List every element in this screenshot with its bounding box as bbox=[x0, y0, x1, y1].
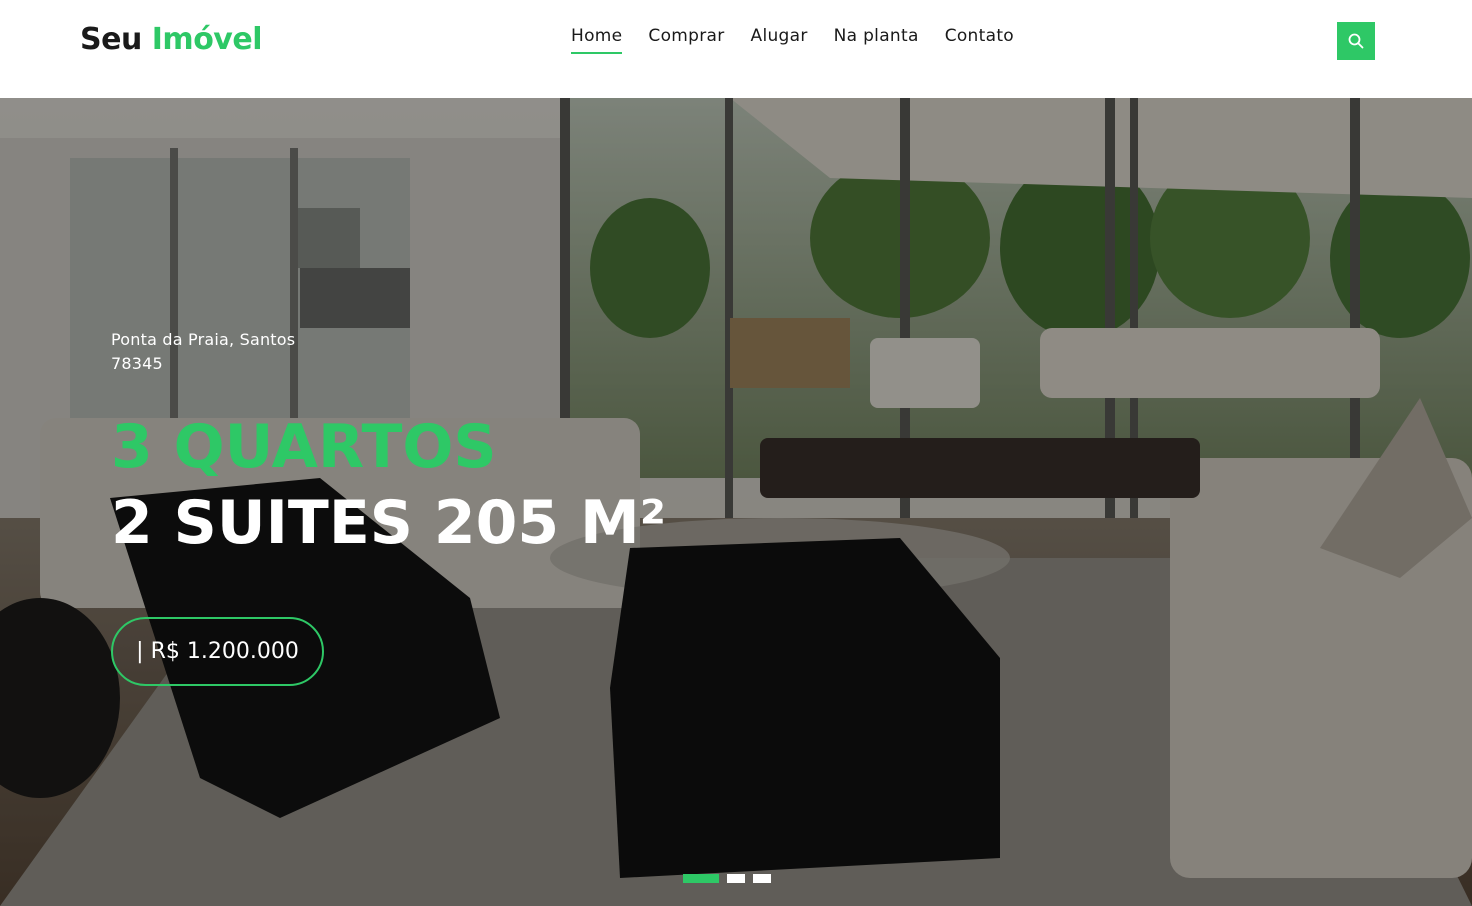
main-nav: Home Comprar Alugar Na planta Contato bbox=[571, 26, 1014, 54]
slider-dot-1[interactable] bbox=[683, 874, 719, 883]
property-location: Ponta da Praia, Santos 78345 bbox=[111, 328, 295, 376]
location-postal: 78345 bbox=[111, 354, 163, 373]
hero-slider: Ponta da Praia, Santos 78345 3 QUARTOS 2… bbox=[0, 98, 1472, 906]
nav-contato[interactable]: Contato bbox=[945, 26, 1014, 54]
logo-text: Seu bbox=[80, 22, 142, 57]
slider-dots bbox=[683, 874, 771, 883]
nav-home[interactable]: Home bbox=[571, 26, 623, 54]
price-button[interactable]: | R$ 1.200.000 bbox=[111, 617, 324, 686]
search-icon bbox=[1348, 33, 1364, 49]
logo-accent-text: Imóvel bbox=[151, 22, 263, 57]
search-button[interactable] bbox=[1337, 22, 1375, 60]
headline-rooms: 3 QUARTOS bbox=[111, 412, 497, 482]
headline-suites-area: 2 SUITES 205 M² bbox=[111, 488, 667, 558]
slider-dot-2[interactable] bbox=[727, 874, 745, 883]
nav-na-planta[interactable]: Na planta bbox=[834, 26, 919, 54]
nav-comprar[interactable]: Comprar bbox=[648, 26, 724, 54]
site-header: Seu Imóvel Home Comprar Alugar Na planta… bbox=[0, 0, 1472, 98]
slider-dot-3[interactable] bbox=[753, 874, 771, 883]
nav-alugar[interactable]: Alugar bbox=[751, 26, 808, 54]
location-line: Ponta da Praia, Santos bbox=[111, 330, 296, 349]
logo[interactable]: Seu Imóvel bbox=[80, 22, 262, 57]
